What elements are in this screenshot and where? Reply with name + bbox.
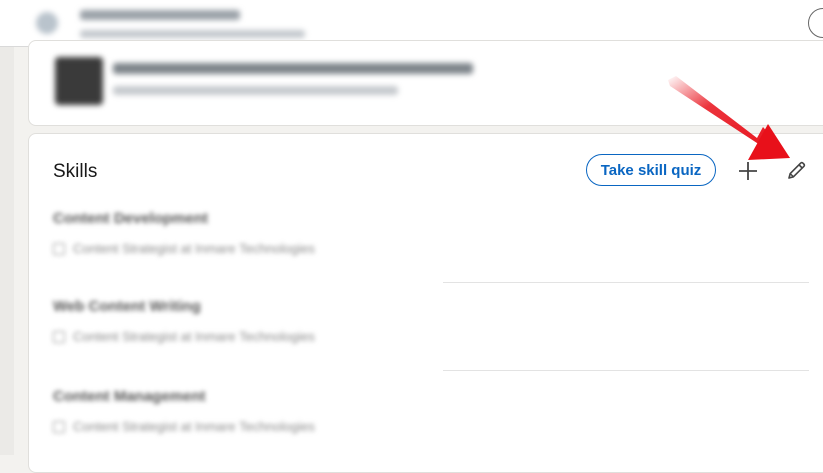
plus-icon [739, 162, 757, 180]
list-item[interactable]: Web Content Writing Content Strategist a… [53, 298, 423, 344]
experience-subtitle [113, 86, 398, 95]
take-skill-quiz-button[interactable]: Take skill quiz [586, 154, 716, 186]
list-item[interactable]: Content Development Content Strategist a… [53, 210, 423, 256]
skill-blurred: Web Content Writing Content Strategist a… [53, 298, 423, 344]
skill-blurred: Content Development Content Strategist a… [53, 210, 423, 256]
skill-blurred: Content Management Content Strategist at… [53, 388, 423, 434]
skill-name: Content Development [53, 210, 209, 227]
skill-source-text: Content Strategist at Inmare Technologie… [73, 419, 315, 434]
skill-name: Content Management [53, 388, 206, 405]
add-skill-button[interactable] [735, 158, 761, 184]
briefcase-icon [53, 330, 65, 343]
skills-section: Skills Take skill quiz Content Developme… [28, 133, 823, 473]
skill-name: Web Content Writing [53, 298, 201, 315]
experience-card [28, 40, 823, 126]
page-left-edge [0, 46, 14, 455]
skill-source: Content Strategist at Inmare Technologie… [53, 329, 423, 344]
briefcase-icon [53, 242, 65, 255]
experience-title [113, 63, 473, 74]
divider [443, 370, 809, 371]
pencil-icon [788, 161, 806, 179]
skill-source: Content Strategist at Inmare Technologie… [53, 419, 423, 434]
skills-title: Skills [53, 161, 98, 182]
header-subtitle [80, 30, 305, 38]
skill-source-text: Content Strategist at Inmare Technologie… [73, 241, 315, 256]
edit-skills-button[interactable] [783, 158, 809, 184]
company-logo[interactable] [55, 57, 103, 105]
skill-source: Content Strategist at Inmare Technologie… [53, 241, 423, 256]
header-action-circle[interactable] [808, 8, 823, 38]
briefcase-icon [53, 420, 65, 433]
header-name [80, 10, 240, 20]
divider [443, 282, 809, 283]
avatar[interactable] [36, 12, 58, 34]
list-item[interactable]: Content Management Content Strategist at… [53, 388, 423, 434]
skill-source-text: Content Strategist at Inmare Technologie… [73, 329, 315, 344]
